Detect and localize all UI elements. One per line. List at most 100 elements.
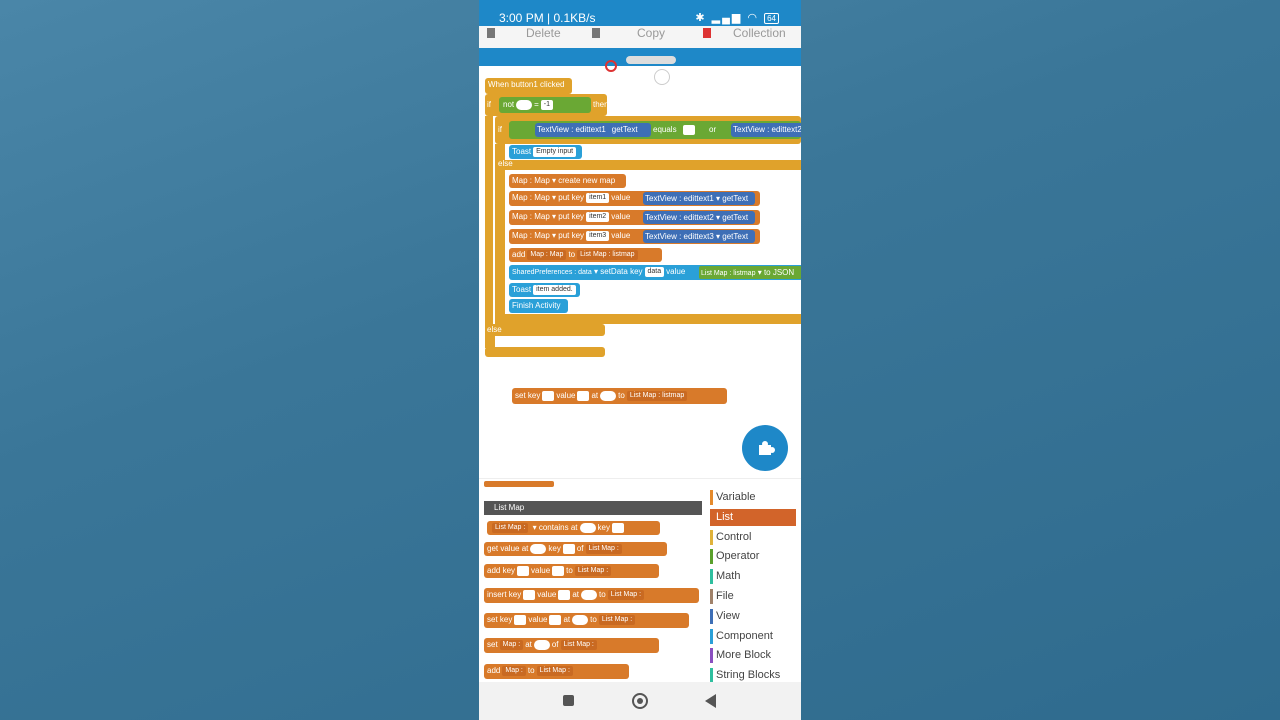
toast-label: Toast [512,147,532,156]
get-value-at-block[interactable]: get value at key of List Map : [484,542,667,556]
recents-button[interactable] [563,695,574,706]
category-file[interactable]: File [710,588,796,605]
put-item3-block[interactable]: Map : Map ▾ put key item3 value TextView :… [509,229,760,244]
add-label: add [512,250,526,259]
add-map-to-list-block[interactable]: add Map : Map to List Map : listmap [509,248,662,262]
key-data[interactable]: data [644,266,665,277]
palette-partial-block[interactable] [484,481,554,487]
tv3-gettext-block[interactable]: TextView : edittext3 ▾ getText [643,230,755,243]
value-label: value [531,566,551,575]
toast-added-text[interactable]: item added. [533,284,576,295]
category-operator[interactable]: Operator [710,548,796,565]
inner-else-bar[interactable]: else [495,159,801,170]
category-more-block[interactable]: More Block [710,647,796,664]
collection-button[interactable]: Collection [733,26,786,40]
tv1-gettext-block[interactable]: TextView : edittext1 ▾ getText [643,192,755,205]
create-map-label: create new map [558,176,616,185]
key-slot[interactable] [517,565,530,576]
listmap-dropdown[interactable]: List Map : [607,589,645,600]
map-dropdown[interactable]: Map : Map [512,212,550,221]
back-button[interactable] [705,694,716,708]
insert-key-block[interactable]: insert key value at to List Map : [484,588,699,603]
contains-at-block[interactable]: List Map : ▾ contains at key [487,521,660,535]
listmap-dropdown[interactable]: List Map : [492,522,529,533]
put-item2-block[interactable]: Map : Map ▾ put key item2 value TextView :… [509,210,760,225]
value-slot[interactable] [552,565,565,576]
key-slot[interactable] [611,522,624,533]
textview-edittext2-block[interactable]: TextView : edittext2 [731,123,801,137]
map-dropdown[interactable]: Map : Map [512,176,550,185]
oval-slot[interactable] [516,99,533,110]
listmap-tojson-block[interactable]: List Map : listmap ▾ to JSON [699,266,801,279]
toast-added-block[interactable]: Toast item added. [509,283,580,297]
listmap-dropdown[interactable]: List Map : listmap [701,270,755,277]
setdata-block[interactable]: SharedPreferences : data ▾ setData key da… [509,265,801,280]
block-canvas[interactable]: When button1 clicked if not = -1 then if T… [479,56,801,456]
at-slot[interactable] [530,543,547,554]
key-item2[interactable]: item2 [586,211,610,222]
at-slot[interactable] [579,522,596,533]
listmap-dropdown[interactable]: List Map : [560,639,597,650]
inner-if-block[interactable]: if TextView : edittext1 getText equals or… [495,116,801,144]
set-map-block[interactable]: set Map : at of List Map : [484,638,659,653]
at-label: at [563,615,571,624]
delete-button[interactable]: Delete [526,26,561,40]
at-slot[interactable] [581,589,598,600]
put-item1-block[interactable]: Map : Map ▾ put key item1 value TextView :… [509,191,760,206]
category-variable[interactable]: Variable [710,489,796,506]
listmap-dropdown[interactable]: List Map : [574,565,612,576]
floating-set-key-block[interactable]: set key value at to List Map : listmap [512,388,727,404]
copy-button[interactable]: Copy [637,26,665,40]
key-slot[interactable] [514,614,527,625]
map-dropdown[interactable]: Map : Map [512,231,550,240]
listmap-dropdown[interactable]: List Map : [598,614,636,625]
category-view[interactable]: View [710,608,796,625]
finish-activity-block[interactable]: Finish Activity [509,299,568,313]
listmap-dropdown[interactable]: List Map : [585,543,622,554]
add-key-block[interactable]: add key value to List Map : [484,564,659,578]
create-map-block[interactable]: Map : Map ▾ create new map [509,174,626,188]
drag-handle[interactable] [626,56,676,64]
key-slot[interactable] [542,390,555,401]
listmap-dropdown[interactable]: List Map : listmap [626,390,688,401]
textview-edittext1-block[interactable]: TextView : edittext1 getText [535,123,651,137]
not-block[interactable]: not = -1 [499,97,591,113]
tv2-gettext-block[interactable]: TextView : edittext2 ▾ getText [643,211,755,224]
category-label: String Blocks [716,669,781,682]
outer-else-bar[interactable]: else [485,324,605,336]
category-math[interactable]: Math [710,568,796,585]
at-slot[interactable] [572,614,589,625]
set-key-block[interactable]: set key value at to List Map : [484,613,689,628]
map-dropdown[interactable]: Map : Map [512,193,550,202]
key-slot[interactable] [523,589,536,600]
listmap-dropdown[interactable]: List Map : listmap [577,249,638,260]
toast-empty-text[interactable]: Empty input [533,146,577,157]
at-slot[interactable] [600,390,617,401]
puzzle-fab-button[interactable] [742,425,788,471]
map-dropdown[interactable]: Map : Map [527,249,567,260]
equals-slot[interactable] [683,125,695,135]
neg-one-value[interactable]: -1 [540,99,554,110]
sharedprefs-dropdown[interactable]: SharedPreferences : data [512,269,592,276]
or-condition[interactable]: TextView : edittext1 getText equals or Te… [509,121,801,139]
home-button[interactable] [632,693,648,709]
listmap-dropdown[interactable]: List Map : [536,665,573,676]
tojson-label: to JSON [763,268,795,277]
category-component[interactable]: Component [710,628,796,645]
value-slot[interactable] [577,390,590,401]
category-list[interactable]: List [710,508,796,526]
battery-icon: 64 [764,13,779,24]
add-map-block[interactable]: add Map : to List Map : [484,664,629,679]
at-slot[interactable] [533,639,550,650]
map-dropdown[interactable]: Map : [499,639,524,650]
key-slot[interactable] [562,543,575,554]
category-control[interactable]: Control [710,529,796,546]
value-slot[interactable] [549,614,562,625]
if-block[interactable]: if not = -1 then [485,94,609,116]
toast-empty-block[interactable]: Toast Empty input [509,145,582,159]
key-item1[interactable]: item1 [586,192,610,203]
value-slot[interactable] [558,589,571,600]
key-item3[interactable]: item3 [586,230,610,241]
event-block[interactable]: When button1 clicked [485,78,572,94]
map-dropdown[interactable]: Map : [502,665,526,676]
